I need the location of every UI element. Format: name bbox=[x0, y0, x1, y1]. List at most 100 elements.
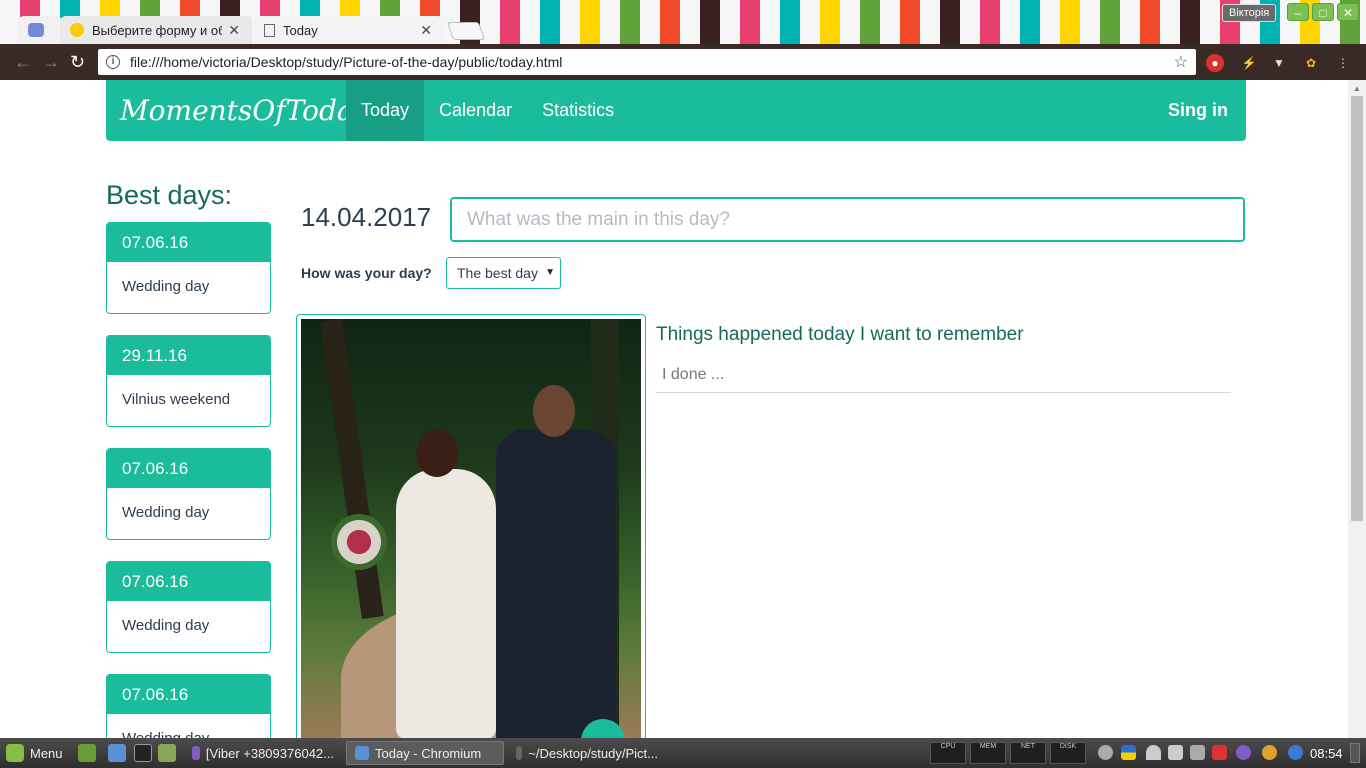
chromium-launcher-icon[interactable] bbox=[108, 744, 126, 762]
task-label: ~/Desktop/study/Pict... bbox=[528, 745, 658, 761]
show-desktop-button[interactable] bbox=[1350, 743, 1360, 763]
best-day-date: 07.06.16 bbox=[107, 223, 270, 262]
tab-discord[interactable] bbox=[18, 16, 62, 44]
clock[interactable]: 08:54 bbox=[1310, 746, 1343, 761]
page-scrollbar[interactable]: ▲ bbox=[1348, 80, 1366, 738]
tab-title: Today bbox=[283, 22, 318, 38]
tab-title: Выберите форму и об bbox=[92, 22, 223, 38]
start-menu-label: Menu bbox=[30, 745, 63, 761]
best-day-date: 07.06.16 bbox=[107, 449, 270, 488]
chevron-down-icon: ▼ bbox=[545, 267, 555, 278]
chromium-icon bbox=[355, 746, 369, 760]
viber-icon bbox=[192, 746, 200, 760]
best-days-heading: Best days: bbox=[106, 180, 233, 210]
nav-statistics[interactable]: Statistics bbox=[527, 80, 629, 141]
close-tab-icon[interactable]: ✕ bbox=[228, 22, 240, 39]
best-day-card[interactable]: 07.06.16 Wedding day bbox=[106, 561, 271, 653]
nav-today[interactable]: Today bbox=[346, 80, 425, 141]
page-viewport: MomentsOfToday Today Calendar Statistics… bbox=[4, 80, 1348, 738]
clipboard-icon[interactable] bbox=[1190, 745, 1205, 760]
info-icon[interactable]: i bbox=[106, 55, 120, 69]
best-day-date: 29.11.16 bbox=[107, 336, 270, 375]
scroll-up-icon[interactable]: ▲ bbox=[1353, 84, 1361, 93]
forward-arrow-icon[interactable]: → bbox=[42, 52, 60, 73]
start-menu-button[interactable]: Menu bbox=[6, 744, 63, 762]
shield-icon[interactable] bbox=[1212, 745, 1227, 760]
memory-monitor: MEM bbox=[970, 742, 1006, 764]
bolt-extension-icon[interactable]: ⚡ bbox=[1240, 54, 1258, 72]
best-day-card[interactable]: 29.11.16 Vilnius weekend bbox=[106, 335, 271, 427]
viber-tray-icon[interactable] bbox=[1236, 745, 1251, 760]
maximize-button[interactable]: □ bbox=[1312, 3, 1334, 21]
task-label: Today - Chromium bbox=[375, 745, 482, 761]
minimize-button[interactable]: – bbox=[1287, 3, 1309, 21]
best-day-date: 07.06.16 bbox=[107, 562, 270, 601]
url-text[interactable]: file:///home/victoria/Desktop/study/Pict… bbox=[130, 54, 1174, 70]
photo-tree bbox=[320, 319, 384, 620]
task-terminal[interactable]: ~/Desktop/study/Pict... bbox=[508, 741, 666, 765]
wifi-icon[interactable] bbox=[1146, 745, 1161, 760]
photo-groom-head bbox=[533, 385, 575, 437]
best-day-card[interactable]: 07.06.16 Wedding day bbox=[106, 222, 271, 314]
nav-calendar[interactable]: Calendar bbox=[424, 80, 527, 141]
mint-logo-icon bbox=[6, 744, 24, 762]
nav-signin[interactable]: Sing in bbox=[1153, 80, 1246, 141]
files-launcher-icon[interactable] bbox=[158, 744, 176, 762]
close-tab-icon[interactable]: ✕ bbox=[420, 22, 432, 39]
best-day-name: Wedding day bbox=[107, 714, 270, 738]
reload-icon[interactable]: ↻ bbox=[70, 52, 85, 73]
bookmark-star-icon[interactable]: ☆ bbox=[1174, 52, 1188, 72]
best-day-name: Vilnius weekend bbox=[122, 391, 231, 408]
adblock-extension-icon[interactable]: ● bbox=[1206, 54, 1224, 72]
bluetooth-icon[interactable] bbox=[1288, 745, 1303, 760]
volume-icon[interactable] bbox=[1168, 745, 1183, 760]
terminal-launcher-icon[interactable] bbox=[134, 744, 152, 762]
update-icon[interactable] bbox=[1262, 745, 1277, 760]
close-window-button[interactable]: ✕ bbox=[1337, 3, 1359, 21]
vue-devtools-extension-icon[interactable]: ▼ bbox=[1270, 54, 1288, 72]
discord-icon bbox=[28, 23, 44, 37]
document-icon bbox=[264, 23, 275, 37]
day-photo[interactable] bbox=[301, 319, 641, 738]
keyboard-layout-icon[interactable] bbox=[1121, 745, 1136, 760]
how-was-day-label: How was your day? bbox=[301, 265, 432, 281]
things-heading: Things happened today I want to remember bbox=[656, 324, 1024, 345]
photo-bride-head bbox=[416, 429, 458, 477]
photo-bouquet bbox=[331, 514, 387, 570]
best-day-name: Wedding day bbox=[122, 278, 210, 295]
mood-selected-value: The best day bbox=[457, 265, 538, 281]
back-arrow-icon[interactable]: ← bbox=[14, 52, 32, 73]
photo-bride bbox=[396, 469, 496, 738]
task-chromium[interactable]: Today - Chromium bbox=[346, 741, 504, 765]
day-date: 14.04.2017 bbox=[301, 202, 432, 232]
paw-extension-icon[interactable]: ✿ bbox=[1302, 54, 1320, 72]
new-tab-button[interactable] bbox=[446, 22, 486, 40]
scrollbar-thumb[interactable] bbox=[1351, 96, 1363, 521]
task-viber[interactable]: [Viber +3809376042... bbox=[184, 741, 342, 765]
best-day-name: Wedding day bbox=[122, 617, 210, 634]
best-day-card[interactable]: 07.06.16 Wedding day bbox=[106, 674, 271, 738]
best-day-name: Wedding day bbox=[122, 504, 210, 521]
best-day-date: 07.06.16 bbox=[107, 675, 270, 714]
mood-select[interactable]: The best day ▼ bbox=[446, 257, 561, 289]
network-monitor: NET bbox=[1010, 742, 1046, 764]
profile-badge[interactable]: Вікторія bbox=[1222, 4, 1277, 22]
tab-form[interactable]: ⚡ Выберите форму и об ✕ bbox=[60, 16, 252, 44]
browser-titlebar: ⚡ Выберите форму и об ✕ Today ✕ Вікторія… bbox=[0, 0, 1366, 44]
user-icon[interactable] bbox=[1098, 745, 1113, 760]
things-input[interactable] bbox=[656, 358, 1231, 393]
best-day-card[interactable]: 07.06.16 Wedding day bbox=[106, 448, 271, 540]
browser-menu-icon[interactable]: ⋮ bbox=[1334, 54, 1352, 72]
tab-today[interactable]: Today ✕ bbox=[254, 16, 444, 44]
photo-groom bbox=[496, 429, 616, 738]
cpu-monitor: CPU bbox=[930, 742, 966, 764]
site-navbar: MomentsOfToday Today Calendar Statistics… bbox=[106, 80, 1246, 141]
lightning-icon: ⚡ bbox=[70, 23, 84, 37]
desktop-launcher-icon[interactable] bbox=[78, 744, 96, 762]
address-bar[interactable]: i file:///home/victoria/Desktop/study/Pi… bbox=[98, 49, 1196, 75]
terminal-icon bbox=[516, 746, 523, 760]
photo-frame[interactable] bbox=[296, 314, 646, 738]
main-event-input[interactable] bbox=[450, 197, 1245, 242]
site-brand[interactable]: MomentsOfToday bbox=[106, 80, 369, 141]
